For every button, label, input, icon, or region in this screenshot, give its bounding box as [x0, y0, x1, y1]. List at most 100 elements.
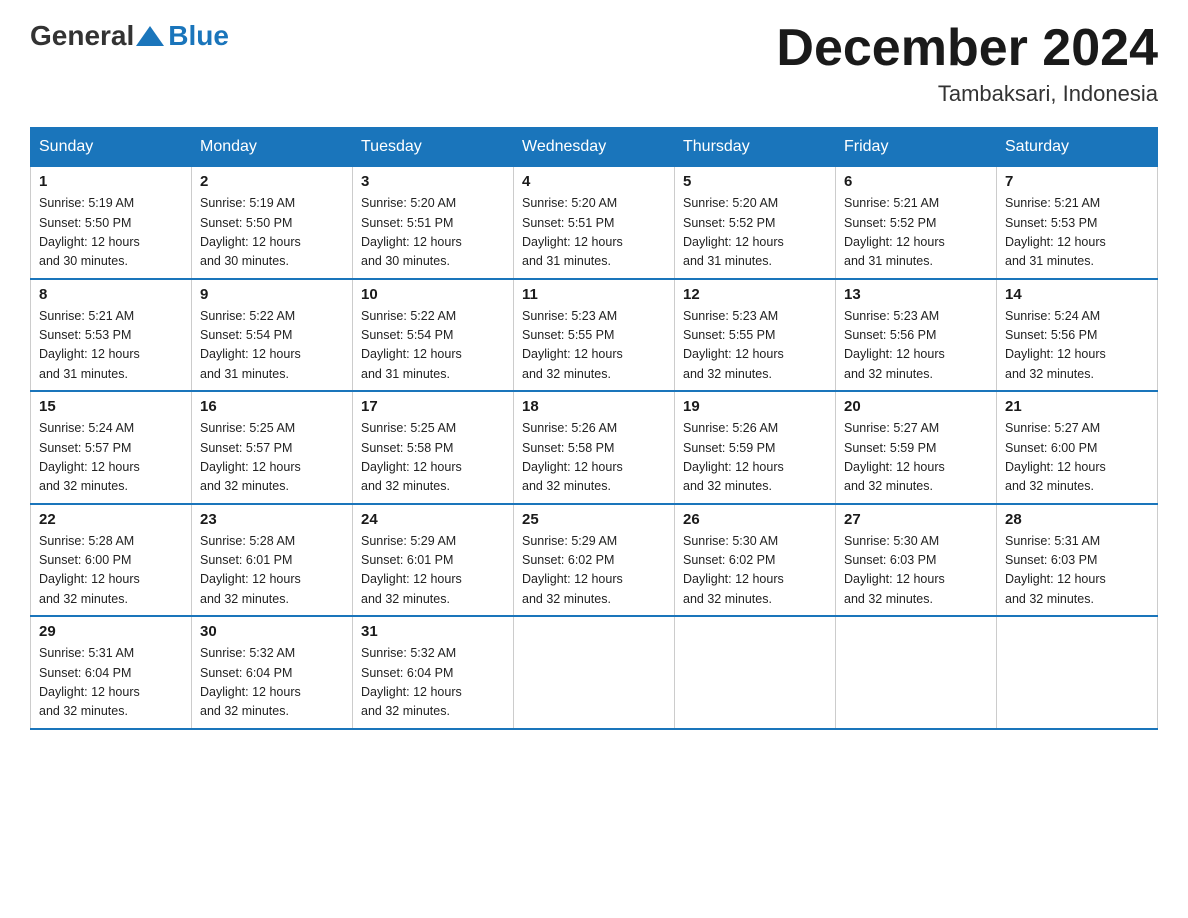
calendar-cell: 31Sunrise: 5:32 AMSunset: 6:04 PMDayligh…: [353, 616, 514, 729]
day-info: Sunrise: 5:20 AMSunset: 5:51 PMDaylight:…: [522, 194, 666, 272]
calendar-cell: 9 Sunrise: 5:22 AMSunset: 5:54 PMDaylight…: [192, 279, 353, 392]
calendar-cell: 30 Sunrise: 5:32 AMSunset: 6:04 PMDayligh…: [192, 616, 353, 729]
day-info: Sunrise: 5:26 AMSunset: 5:58 PMDaylight:…: [522, 419, 666, 497]
header-monday: Monday: [192, 128, 353, 167]
header-sunday: Sunday: [31, 128, 192, 167]
day-info: Sunrise: 5:21 AMSunset: 5:53 PMDaylight:…: [39, 307, 183, 385]
calendar-cell: 27Sunrise: 5:30 AMSunset: 6:03 PMDayligh…: [836, 504, 997, 617]
calendar-week-row: 15Sunrise: 5:24 AMSunset: 5:57 PMDayligh…: [31, 391, 1158, 504]
day-info: Sunrise: 5:21 AMSunset: 5:52 PMDaylight:…: [844, 194, 988, 272]
day-info: Sunrise: 5:32 AMSunset: 6:04 PMDaylight:…: [361, 644, 505, 722]
day-number: 12: [683, 286, 827, 303]
day-info: Sunrise: 5:26 AMSunset: 5:59 PMDaylight:…: [683, 419, 827, 497]
day-info: Sunrise: 5:20 AMSunset: 5:52 PMDaylight:…: [683, 194, 827, 272]
page-header: General Blue December 2024 Tambaksari, I…: [30, 20, 1158, 107]
day-number: 9: [200, 286, 344, 303]
day-number: 3: [361, 173, 505, 190]
header-tuesday: Tuesday: [353, 128, 514, 167]
day-number: 14: [1005, 286, 1149, 303]
day-number: 18: [522, 398, 666, 415]
day-number: 21: [1005, 398, 1149, 415]
calendar-cell: 7 Sunrise: 5:21 AMSunset: 5:53 PMDaylight…: [997, 167, 1158, 279]
day-number: 29: [39, 623, 183, 640]
calendar-cell: 15Sunrise: 5:24 AMSunset: 5:57 PMDayligh…: [31, 391, 192, 504]
day-number: 30: [200, 623, 344, 640]
calendar-cell: 28Sunrise: 5:31 AMSunset: 6:03 PMDayligh…: [997, 504, 1158, 617]
calendar-cell: 16Sunrise: 5:25 AMSunset: 5:57 PMDayligh…: [192, 391, 353, 504]
day-info: Sunrise: 5:28 AMSunset: 6:01 PMDaylight:…: [200, 532, 344, 610]
calendar-cell: [997, 616, 1158, 729]
calendar-cell: 5 Sunrise: 5:20 AMSunset: 5:52 PMDaylight…: [675, 167, 836, 279]
calendar-week-row: 8 Sunrise: 5:21 AMSunset: 5:53 PMDaylight…: [31, 279, 1158, 392]
header-saturday: Saturday: [997, 128, 1158, 167]
calendar-week-row: 29 Sunrise: 5:31 AMSunset: 6:04 PMDayligh…: [31, 616, 1158, 729]
logo-blue-text: Blue: [168, 20, 229, 52]
calendar-cell: 14 Sunrise: 5:24 AMSunset: 5:56 PMDayligh…: [997, 279, 1158, 392]
calendar-cell: 2 Sunrise: 5:19 AMSunset: 5:50 PMDaylight…: [192, 167, 353, 279]
title-area: December 2024 Tambaksari, Indonesia: [776, 20, 1158, 107]
month-title: December 2024: [776, 20, 1158, 77]
day-info: Sunrise: 5:22 AMSunset: 5:54 PMDaylight:…: [200, 307, 344, 385]
day-number: 22: [39, 511, 183, 528]
calendar-cell: 29 Sunrise: 5:31 AMSunset: 6:04 PMDayligh…: [31, 616, 192, 729]
calendar-cell: [836, 616, 997, 729]
day-number: 8: [39, 286, 183, 303]
day-number: 10: [361, 286, 505, 303]
day-info: Sunrise: 5:22 AMSunset: 5:54 PMDaylight:…: [361, 307, 505, 385]
day-info: Sunrise: 5:31 AMSunset: 6:04 PMDaylight:…: [39, 644, 183, 722]
calendar-cell: 8 Sunrise: 5:21 AMSunset: 5:53 PMDaylight…: [31, 279, 192, 392]
calendar-cell: 19 Sunrise: 5:26 AMSunset: 5:59 PMDayligh…: [675, 391, 836, 504]
day-info: Sunrise: 5:25 AMSunset: 5:58 PMDaylight:…: [361, 419, 505, 497]
day-info: Sunrise: 5:23 AMSunset: 5:55 PMDaylight:…: [522, 307, 666, 385]
day-number: 19: [683, 398, 827, 415]
calendar-cell: 24 Sunrise: 5:29 AMSunset: 6:01 PMDayligh…: [353, 504, 514, 617]
day-number: 7: [1005, 173, 1149, 190]
calendar-cell: 3 Sunrise: 5:20 AMSunset: 5:51 PMDaylight…: [353, 167, 514, 279]
calendar-cell: 18 Sunrise: 5:26 AMSunset: 5:58 PMDayligh…: [514, 391, 675, 504]
day-number: 25: [522, 511, 666, 528]
calendar-cell: [675, 616, 836, 729]
logo-triangle-icon: [136, 26, 164, 46]
calendar-cell: 12 Sunrise: 5:23 AMSunset: 5:55 PMDayligh…: [675, 279, 836, 392]
day-info: Sunrise: 5:32 AMSunset: 6:04 PMDaylight:…: [200, 644, 344, 722]
day-number: 23: [200, 511, 344, 528]
calendar-cell: 1 Sunrise: 5:19 AMSunset: 5:50 PMDaylight…: [31, 167, 192, 279]
day-info: Sunrise: 5:21 AMSunset: 5:53 PMDaylight:…: [1005, 194, 1149, 272]
calendar-header-row: SundayMondayTuesdayWednesdayThursdayFrid…: [31, 128, 1158, 167]
day-info: Sunrise: 5:19 AMSunset: 5:50 PMDaylight:…: [200, 194, 344, 272]
header-friday: Friday: [836, 128, 997, 167]
calendar-cell: 21 Sunrise: 5:27 AMSunset: 6:00 PMDayligh…: [997, 391, 1158, 504]
day-number: 11: [522, 286, 666, 303]
day-number: 13: [844, 286, 988, 303]
day-info: Sunrise: 5:24 AMSunset: 5:56 PMDaylight:…: [1005, 307, 1149, 385]
day-number: 1: [39, 173, 183, 190]
calendar-cell: 22 Sunrise: 5:28 AMSunset: 6:00 PMDayligh…: [31, 504, 192, 617]
day-number: 6: [844, 173, 988, 190]
calendar-cell: 10 Sunrise: 5:22 AMSunset: 5:54 PMDayligh…: [353, 279, 514, 392]
calendar-table: SundayMondayTuesdayWednesdayThursdayFrid…: [30, 127, 1158, 730]
day-number: 20: [844, 398, 988, 415]
day-info: Sunrise: 5:23 AMSunset: 5:55 PMDaylight:…: [683, 307, 827, 385]
day-info: Sunrise: 5:28 AMSunset: 6:00 PMDaylight:…: [39, 532, 183, 610]
day-number: 5: [683, 173, 827, 190]
day-info: Sunrise: 5:24 AMSunset: 5:57 PMDaylight:…: [39, 419, 183, 497]
day-info: Sunrise: 5:27 AMSunset: 5:59 PMDaylight:…: [844, 419, 988, 497]
day-number: 27: [844, 511, 988, 528]
calendar-cell: 6 Sunrise: 5:21 AMSunset: 5:52 PMDaylight…: [836, 167, 997, 279]
day-info: Sunrise: 5:29 AMSunset: 6:02 PMDaylight:…: [522, 532, 666, 610]
location-title: Tambaksari, Indonesia: [776, 81, 1158, 107]
logo-general-text: General: [30, 20, 134, 52]
calendar-cell: 23 Sunrise: 5:28 AMSunset: 6:01 PMDayligh…: [192, 504, 353, 617]
day-number: 16: [200, 398, 344, 415]
day-info: Sunrise: 5:27 AMSunset: 6:00 PMDaylight:…: [1005, 419, 1149, 497]
day-info: Sunrise: 5:19 AMSunset: 5:50 PMDaylight:…: [39, 194, 183, 272]
day-number: 24: [361, 511, 505, 528]
day-info: Sunrise: 5:29 AMSunset: 6:01 PMDaylight:…: [361, 532, 505, 610]
day-info: Sunrise: 5:23 AMSunset: 5:56 PMDaylight:…: [844, 307, 988, 385]
day-number: 17: [361, 398, 505, 415]
calendar-cell: 26Sunrise: 5:30 AMSunset: 6:02 PMDayligh…: [675, 504, 836, 617]
day-info: Sunrise: 5:20 AMSunset: 5:51 PMDaylight:…: [361, 194, 505, 272]
day-number: 26: [683, 511, 827, 528]
calendar-cell: 17 Sunrise: 5:25 AMSunset: 5:58 PMDayligh…: [353, 391, 514, 504]
day-number: 2: [200, 173, 344, 190]
